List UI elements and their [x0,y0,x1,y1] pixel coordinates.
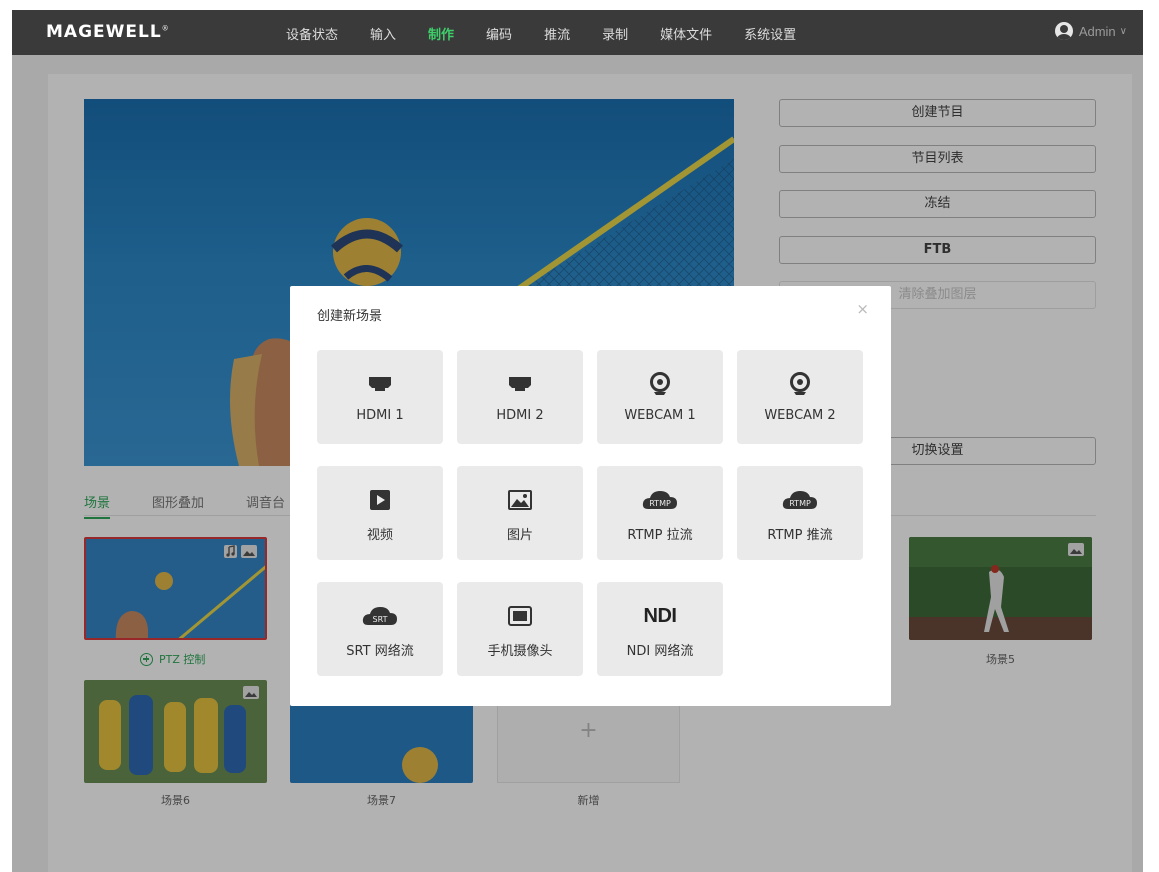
source-webcam-1[interactable]: WEBCAM 1 [597,350,723,444]
nav-media-files[interactable]: 媒体文件 [660,24,712,43]
source-phone-camera[interactable]: 手机摄像头 [457,582,583,676]
source-ndi-stream[interactable]: NDI NDI 网络流 [597,582,723,676]
nav-recording[interactable]: 录制 [602,24,628,43]
source-label: HDMI 2 [496,408,544,423]
nav-streaming[interactable]: 推流 [544,24,570,43]
user-name: Admin [1078,23,1116,39]
top-navigation-bar: MAGEWELL® 设备状态 输入 制作 编码 推流 录制 媒体文件 系统设置 … [12,10,1143,55]
srt-cloud-icon: SRT [317,604,443,628]
user-avatar-icon [1054,22,1073,40]
brand-logo[interactable]: MAGEWELL® [46,22,170,42]
source-video[interactable]: 视频 [317,466,443,560]
nav-input[interactable]: 输入 [370,24,396,43]
webcam-icon [597,372,723,396]
dialog-title: 创建新场景 [317,309,383,324]
source-label: NDI 网络流 [626,644,694,659]
source-rtmp-pull[interactable]: RTMP RTMP 拉流 [597,466,723,560]
nav-encoding[interactable]: 编码 [486,24,512,43]
rtmp-cloud-icon: RTMP [737,488,863,512]
svg-text:SRT: SRT [373,615,388,624]
source-label: SRT 网络流 [346,644,414,659]
phone-camera-icon [457,604,583,628]
create-scene-dialog: 创建新场景 × HDMI 1 HDMI 2 WEBCAM 1 WEBCAM 2 … [290,286,891,706]
svg-text:RTMP: RTMP [649,499,671,508]
nav-production[interactable]: 制作 [428,24,454,43]
source-label: WEBCAM 2 [764,408,836,423]
image-icon [457,488,583,512]
source-srt-stream[interactable]: SRT SRT 网络流 [317,582,443,676]
user-menu[interactable]: Admin ∨ [1054,22,1127,40]
source-label: 手机摄像头 [487,644,553,659]
main-nav: 设备状态 输入 制作 编码 推流 录制 媒体文件 系统设置 [286,24,828,43]
source-label: HDMI 1 [356,408,404,423]
chevron-down-icon: ∨ [1119,25,1127,37]
source-label: 视频 [366,528,393,543]
ndi-icon: NDI [643,604,677,627]
source-hdmi-1[interactable]: HDMI 1 [317,350,443,444]
close-icon[interactable]: × [856,300,869,318]
nav-device-status[interactable]: 设备状态 [286,24,338,43]
source-label: RTMP 拉流 [627,528,693,543]
svg-text:RTMP: RTMP [789,499,811,508]
source-hdmi-2[interactable]: HDMI 2 [457,350,583,444]
source-webcam-2[interactable]: WEBCAM 2 [737,350,863,444]
source-label: WEBCAM 1 [624,408,696,423]
webcam-icon [737,372,863,396]
nav-system-settings[interactable]: 系统设置 [744,24,796,43]
rtmp-cloud-icon: RTMP [597,488,723,512]
hdmi-icon [457,372,583,396]
source-label: 图片 [506,528,533,543]
source-label: RTMP 推流 [767,528,833,543]
hdmi-icon [317,372,443,396]
video-play-icon [317,488,443,512]
source-image[interactable]: 图片 [457,466,583,560]
source-rtmp-push[interactable]: RTMP RTMP 推流 [737,466,863,560]
